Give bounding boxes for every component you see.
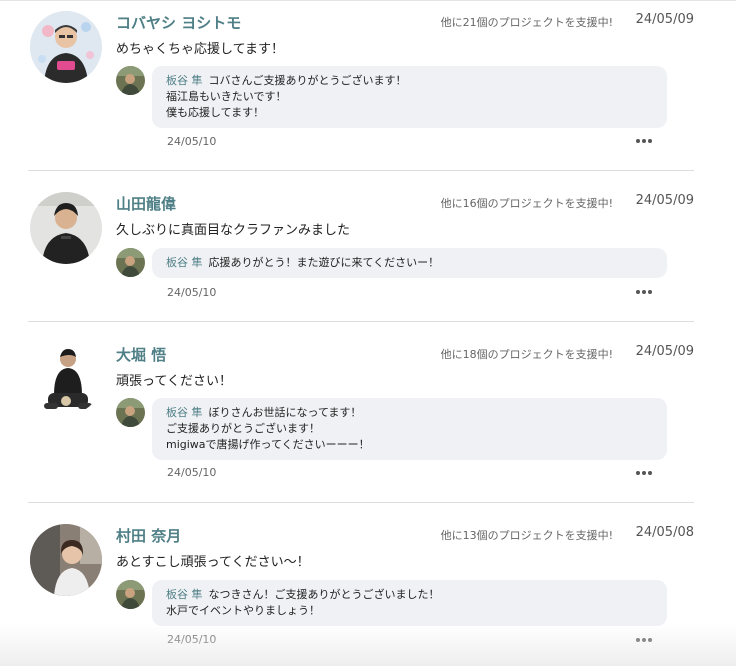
comment-date: 24/05/09	[635, 344, 694, 359]
more-horizontal-icon	[636, 471, 640, 475]
user-avatar[interactable]	[30, 11, 102, 83]
support-count-note: 他に21個のプロジェクトを支援中!	[440, 16, 613, 29]
reply-bubble: 板谷 隼なつきさん！ご支援ありがとうございました！ 水戸でイベントやりましょう！	[152, 580, 667, 626]
more-horizontal-icon	[648, 471, 652, 475]
comment-date: 24/05/08	[635, 525, 694, 540]
more-horizontal-icon	[636, 290, 640, 294]
more-menu-button[interactable]	[634, 469, 654, 477]
user-avatar[interactable]	[30, 524, 102, 596]
reply-avatar[interactable]	[116, 66, 145, 95]
reply-text-line: 福江島もいきたいです！	[166, 90, 287, 103]
user-avatar[interactable]	[30, 343, 102, 415]
comment-item: 山田龍偉 他に16個のプロジェクトを支援中! 24/05/09 久しぶりに真面目…	[28, 192, 694, 322]
reply-bubble: 板谷 隼ぼりさんお世話になってます！ ご支援ありがとうございます！ migiwa…	[152, 398, 667, 460]
comment-author-name[interactable]: 山田龍偉	[116, 193, 176, 214]
comment-author-name[interactable]: 大堀 悟	[116, 344, 166, 365]
reply-first-line: 板谷 隼コバさんご支援ありがとうございます！	[166, 73, 653, 89]
reply-text: コバさんご支援ありがとうございます！	[208, 74, 407, 87]
user-avatar-photo	[30, 192, 102, 264]
comment-text: 久しぶりに真面目なクラファンみました	[116, 223, 351, 238]
reply-author-name[interactable]: 板谷 隼	[166, 256, 203, 269]
comment-text: めちゃくちゃ応援してます！	[116, 42, 284, 57]
reply-first-line: 板谷 隼なつきさん！ご支援ありがとうございました！	[166, 587, 653, 603]
reply-date: 24/05/10	[167, 466, 217, 479]
comment-item: コバヤシ ヨシトモ 他に21個のプロジェクトを支援中! 24/05/09 めちゃ…	[28, 11, 694, 171]
more-menu-button[interactable]	[634, 636, 654, 644]
comment-author-name[interactable]: 村田 奈月	[116, 525, 181, 546]
reply-text-line: ご支援ありがとうございます！	[166, 422, 320, 435]
reply-author-name[interactable]: 板谷 隼	[166, 406, 203, 419]
top-border	[0, 0, 736, 1]
reply-text-line: 僕も応援してます！	[166, 106, 265, 119]
more-horizontal-icon	[636, 139, 640, 143]
reply-avatar[interactable]	[116, 248, 145, 277]
support-count-note: 他に16個のプロジェクトを支援中!	[440, 197, 613, 210]
support-count-note: 他に18個のプロジェクトを支援中!	[440, 348, 613, 361]
user-avatar-photo	[30, 343, 102, 415]
comment-text: 頑張ってください！	[116, 374, 232, 389]
support-count-note: 他に13個のプロジェクトを支援中!	[440, 529, 613, 542]
more-horizontal-icon	[642, 638, 646, 642]
reply-text: なつきさん！ご支援ありがとうございました！	[208, 588, 440, 601]
reply-text: 応援ありがとう！また遊びに来てくださいー！	[208, 256, 440, 269]
reply-bubble: 板谷 隼コバさんご支援ありがとうございます！ 福江島もいきたいです！ 僕も応援し…	[152, 66, 667, 128]
more-horizontal-icon	[648, 290, 652, 294]
comment-author-name[interactable]: コバヤシ ヨシトモ	[116, 12, 241, 33]
reply-text: ぼりさんお世話になってます！	[208, 406, 362, 419]
user-avatar-photo	[30, 524, 102, 596]
comment-divider	[28, 321, 694, 322]
more-horizontal-icon	[642, 290, 646, 294]
owner-avatar-photo	[116, 248, 145, 277]
reply-text-line: migiwaで唐揚げ作ってくださいーーー！	[166, 438, 370, 451]
more-horizontal-icon	[636, 638, 640, 642]
comment-divider	[28, 502, 694, 503]
user-avatar[interactable]	[30, 192, 102, 264]
comment-item: 大堀 悟 他に18個のプロジェクトを支援中! 24/05/09 頑張ってください…	[28, 343, 694, 503]
more-horizontal-icon	[642, 471, 646, 475]
reply-text-line: 水戸でイベントやりましょう！	[166, 604, 320, 617]
reply-bubble: 板谷 隼応援ありがとう！また遊びに来てくださいー！	[152, 248, 667, 278]
reply-date: 24/05/10	[167, 286, 217, 299]
owner-avatar-photo	[116, 398, 145, 427]
comment-date: 24/05/09	[635, 193, 694, 208]
comment-item: 村田 奈月 他に13個のプロジェクトを支援中! 24/05/08 あとすこし頑張…	[28, 524, 694, 654]
comment-text: あとすこし頑張ってください〜！	[116, 555, 310, 570]
reply-author-name[interactable]: 板谷 隼	[166, 588, 203, 601]
more-menu-button[interactable]	[634, 288, 654, 296]
comment-divider	[28, 170, 694, 171]
owner-avatar-photo	[116, 580, 145, 609]
more-horizontal-icon	[642, 139, 646, 143]
reply-date: 24/05/10	[167, 633, 217, 646]
reply-avatar[interactable]	[116, 580, 145, 609]
reply-first-line: 板谷 隼ぼりさんお世話になってます！	[166, 405, 653, 421]
reply-avatar[interactable]	[116, 398, 145, 427]
more-horizontal-icon	[648, 638, 652, 642]
owner-avatar-photo	[116, 66, 145, 95]
more-menu-button[interactable]	[634, 137, 654, 145]
more-horizontal-icon	[648, 139, 652, 143]
reply-author-name[interactable]: 板谷 隼	[166, 74, 203, 87]
comment-date: 24/05/09	[635, 12, 694, 27]
user-avatar-photo	[30, 11, 102, 83]
reply-date: 24/05/10	[167, 135, 217, 148]
reply-first-line: 板谷 隼応援ありがとう！また遊びに来てくださいー！	[166, 255, 653, 271]
